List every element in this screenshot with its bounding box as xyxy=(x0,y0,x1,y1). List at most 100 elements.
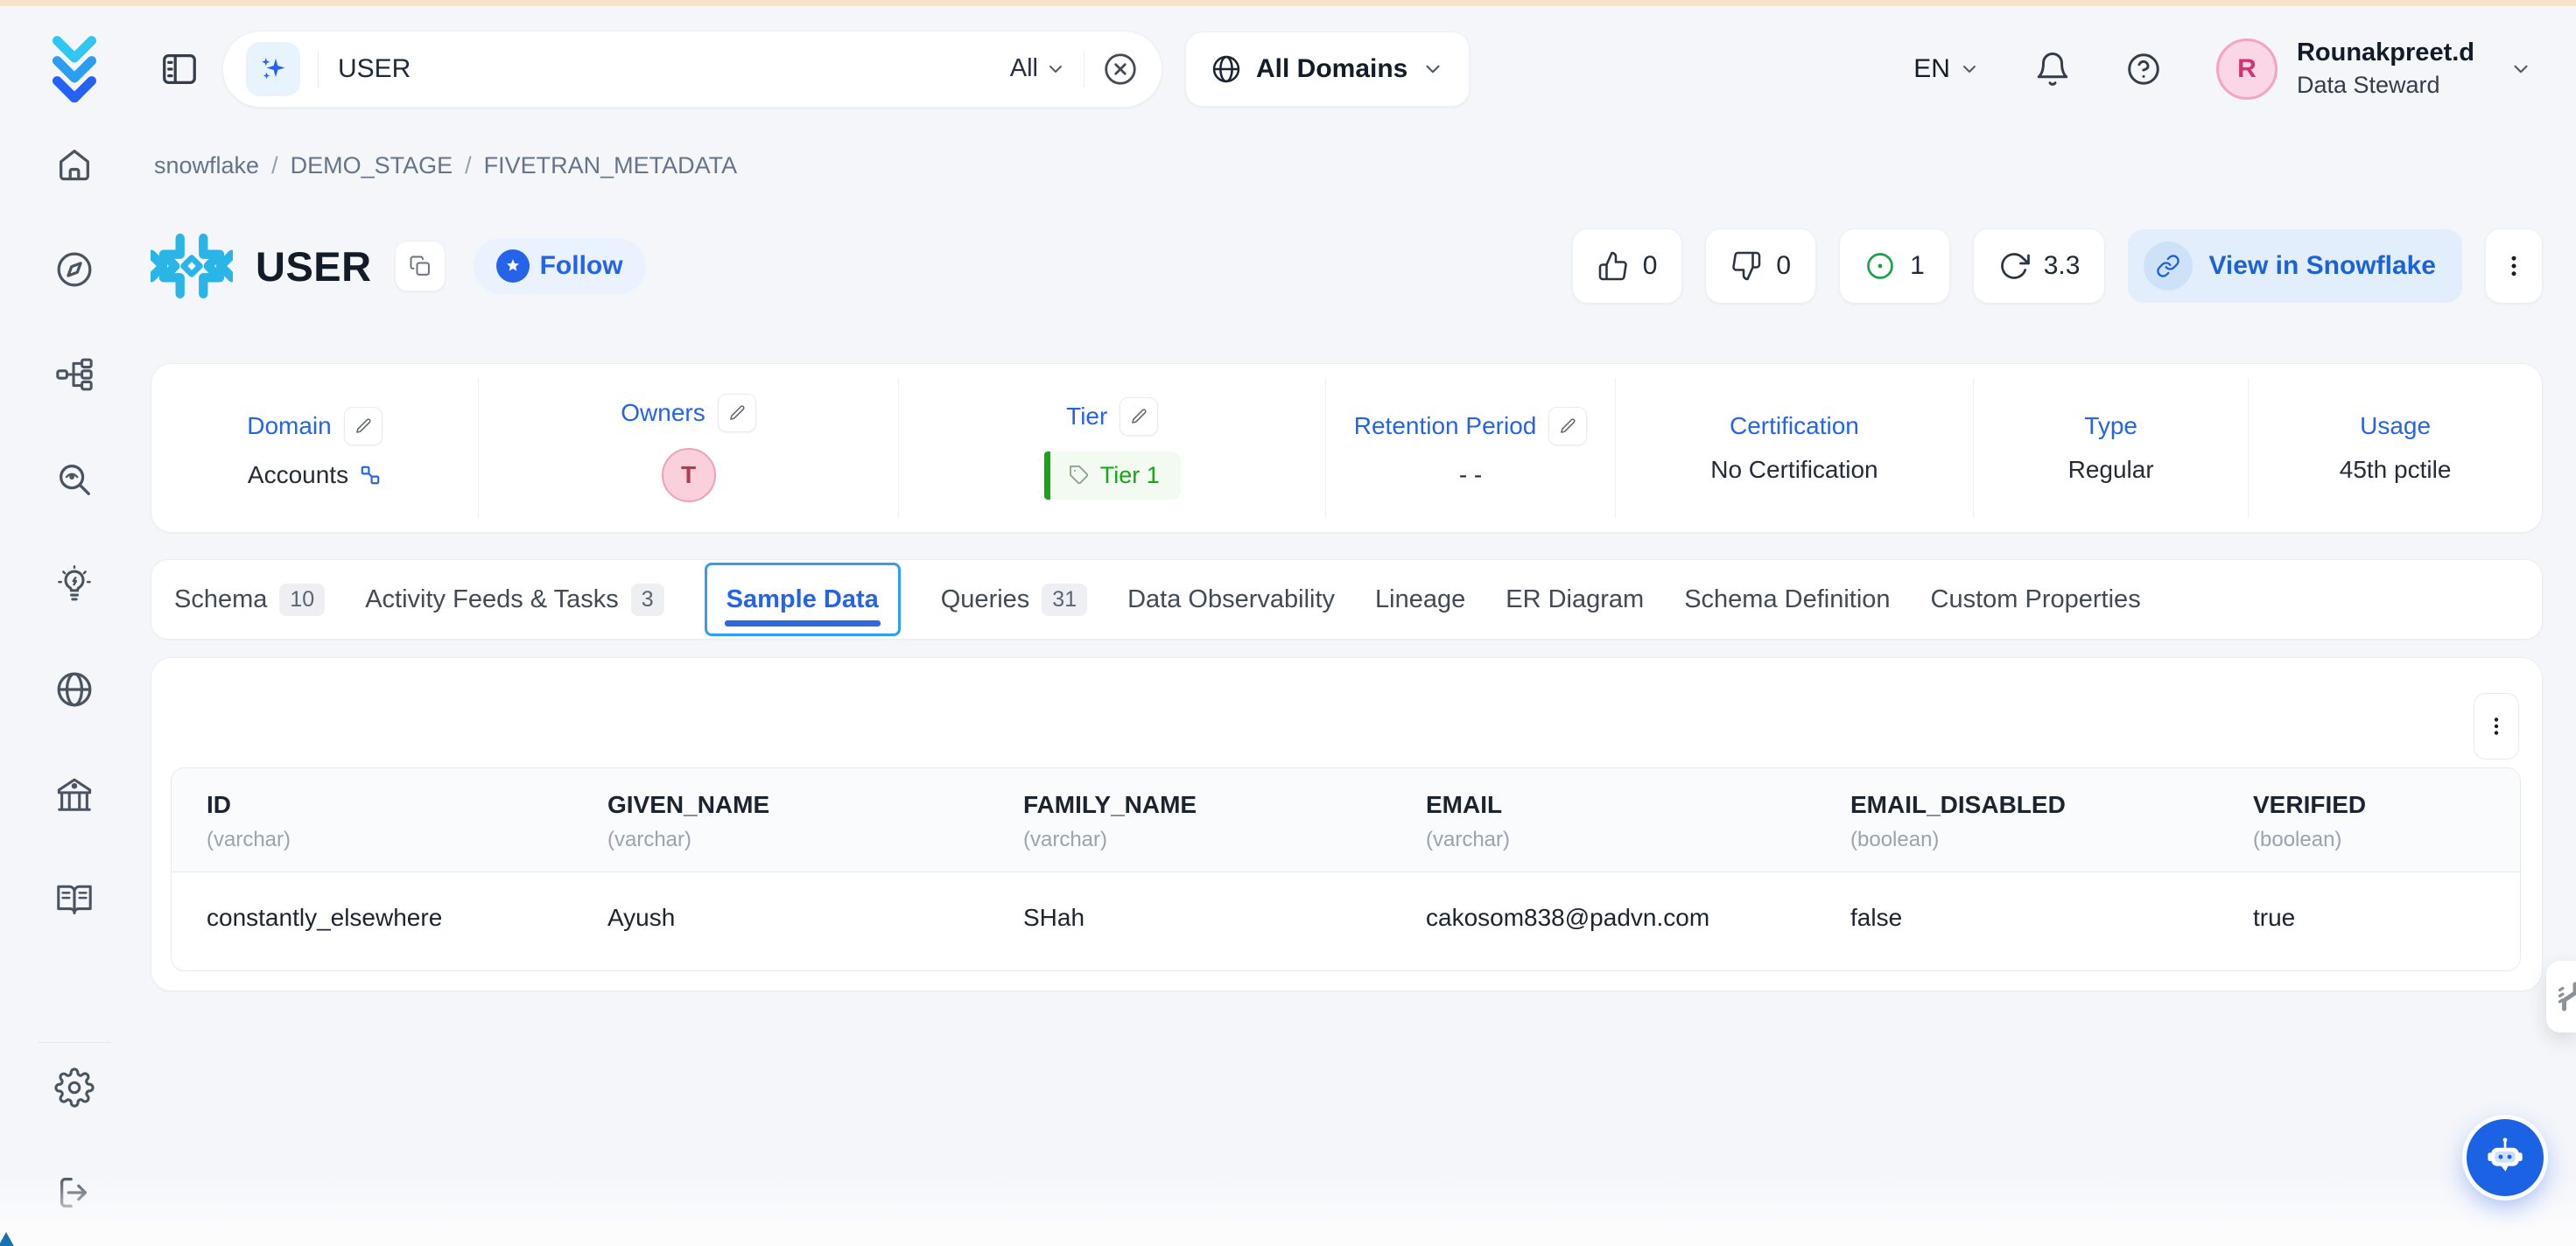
global-search-bar[interactable]: All xyxy=(222,31,1162,108)
sidebar-divider xyxy=(38,1042,111,1043)
search-input[interactable] xyxy=(336,53,993,85)
sidebar-toggle-icon[interactable] xyxy=(159,49,200,89)
breadcrumb-schema[interactable]: FIVETRAN_METADATA xyxy=(484,152,738,179)
avatar[interactable]: R xyxy=(2216,38,2278,100)
table-row[interactable]: constantly_elsewhere Ayush SHah cakosom8… xyxy=(172,872,2520,970)
column-name: EMAIL xyxy=(1426,791,1815,819)
tab-schema[interactable]: Schema 10 xyxy=(174,584,325,616)
edit-tier-button[interactable] xyxy=(1120,397,1158,436)
settings-gear-icon[interactable] xyxy=(54,1068,95,1108)
copy-link-button[interactable] xyxy=(395,241,446,291)
content-area: snowflake / DEMO_STAGE / FIVETRAN_METADA… xyxy=(149,131,2576,1246)
tab-label: Schema Definition xyxy=(1684,585,1890,614)
thumbs-up-icon xyxy=(1597,250,1629,282)
subdomain-icon xyxy=(359,464,382,486)
asset-actions: 0 0 1 3.3 xyxy=(1572,228,2543,304)
pencil-icon xyxy=(1559,417,1576,435)
usage-value: 45th pctile xyxy=(2340,456,2452,484)
column-header[interactable]: EMAIL (varchar) xyxy=(1391,768,1815,872)
edit-owners-button[interactable] xyxy=(718,394,756,432)
tab-sample-data[interactable]: Sample Data xyxy=(705,563,901,636)
discover-compass-icon[interactable] xyxy=(54,249,95,290)
governance-bank-icon[interactable] xyxy=(54,774,95,815)
column-type: (varchar) xyxy=(207,828,572,852)
refresh-icon xyxy=(1998,250,2030,282)
cell-verified: true xyxy=(2218,872,2520,970)
lineage-sitemap-icon[interactable] xyxy=(54,354,95,395)
language-label: EN xyxy=(1913,54,1950,84)
atlan-logo-icon[interactable] xyxy=(39,31,110,104)
column-type: (varchar) xyxy=(1023,828,1391,852)
metadata-summary-card: Domain Accounts Owners xyxy=(151,363,2543,533)
tab-label: Queries xyxy=(941,585,1030,614)
user-menu[interactable]: R Rounakpreet.d Data Steward xyxy=(2216,37,2532,101)
breadcrumb-connection[interactable]: snowflake xyxy=(154,152,259,179)
owners-label: Owners xyxy=(621,399,705,427)
glossary-book-icon[interactable] xyxy=(54,879,95,920)
breadcrumb-database[interactable]: DEMO_STAGE xyxy=(291,152,453,179)
column-name: GIVEN_NAME xyxy=(607,791,988,819)
tab-data-observability[interactable]: Data Observability xyxy=(1127,585,1335,614)
title-more-actions-button[interactable] xyxy=(2485,228,2543,304)
tab-queries[interactable]: Queries 31 xyxy=(941,584,1087,616)
column-header[interactable]: FAMILY_NAME (varchar) xyxy=(988,768,1391,872)
column-type: (boolean) xyxy=(2253,828,2520,852)
domain-value[interactable]: Accounts xyxy=(248,461,348,489)
notifications-bell-icon[interactable] xyxy=(2034,51,2071,88)
tab-badge: 3 xyxy=(631,584,664,616)
column-header[interactable]: EMAIL_DISABLED (boolean) xyxy=(1815,768,2218,872)
tab-custom-properties[interactable]: Custom Properties xyxy=(1931,585,2141,614)
upvote-count: 0 xyxy=(1643,251,1658,281)
edit-retention-button[interactable] xyxy=(1548,407,1587,445)
logout-icon[interactable] xyxy=(54,1172,95,1213)
all-domains-filter[interactable]: All Domains xyxy=(1185,32,1470,107)
column-header[interactable]: VERIFIED (boolean) xyxy=(2218,768,2520,872)
edit-domain-button[interactable] xyxy=(344,407,383,445)
ai-assistant-button[interactable] xyxy=(2467,1119,2544,1196)
home-icon[interactable] xyxy=(54,144,95,185)
observability-search-eye-icon[interactable] xyxy=(54,459,95,500)
column-type: (boolean) xyxy=(1850,828,2218,852)
search-scope-dropdown[interactable]: All xyxy=(1010,54,1066,83)
view-in-snowflake-button[interactable]: View in Snowflake xyxy=(2128,229,2462,303)
tab-label: Sample Data xyxy=(726,585,879,614)
tab-schema-definition[interactable]: Schema Definition xyxy=(1684,585,1890,614)
top-accent-strip xyxy=(0,0,2576,6)
tier-badge[interactable]: Tier 1 xyxy=(1044,452,1181,500)
tab-label: Custom Properties xyxy=(1931,585,2141,614)
side-panel-handle[interactable] xyxy=(2546,961,2576,1032)
tab-label: Activity Feeds & Tasks xyxy=(365,585,619,614)
owner-avatar[interactable]: T xyxy=(662,448,716,502)
language-selector[interactable]: EN xyxy=(1913,54,1980,84)
thumbs-down-icon xyxy=(1730,250,1762,282)
ai-sparkles-icon[interactable] xyxy=(246,42,300,96)
score-button[interactable]: 3.3 xyxy=(1973,228,2106,304)
tab-er-diagram[interactable]: ER Diagram xyxy=(1506,585,1644,614)
clear-search-icon[interactable] xyxy=(1102,51,1139,88)
kebab-icon xyxy=(2501,253,2527,279)
sidebar-bottom xyxy=(38,1042,111,1246)
domains-globe-icon[interactable] xyxy=(54,669,95,710)
tab-lineage[interactable]: Lineage xyxy=(1375,585,1465,614)
downvote-button[interactable]: 0 xyxy=(1705,228,1816,304)
alerts-button[interactable]: 1 xyxy=(1839,228,1950,304)
domain-label: Domain xyxy=(247,412,331,440)
copy-icon xyxy=(408,254,432,278)
help-icon[interactable] xyxy=(2125,51,2162,88)
sample-data-more-button[interactable] xyxy=(2474,693,2519,760)
certification-label: Certification xyxy=(1730,412,1859,440)
tab-label: Schema xyxy=(174,585,267,614)
main-column: All All Domains EN xyxy=(149,6,2576,1246)
tier-badge-label: Tier 1 xyxy=(1100,462,1160,489)
column-type: (varchar) xyxy=(1426,828,1815,852)
column-header[interactable]: GIVEN_NAME (varchar) xyxy=(572,768,988,872)
certification-value: No Certification xyxy=(1710,456,1878,484)
insights-bulb-icon[interactable] xyxy=(54,564,95,605)
tab-activity-feeds[interactable]: Activity Feeds & Tasks 3 xyxy=(365,584,663,616)
column-header[interactable]: ID (varchar) xyxy=(172,768,572,872)
follow-button[interactable]: Follow xyxy=(474,238,646,294)
downvote-count: 0 xyxy=(1776,251,1791,281)
app-window: All All Domains EN xyxy=(0,0,2576,1246)
upvote-button[interactable]: 0 xyxy=(1572,228,1683,304)
user-name: Rounakpreet.d xyxy=(2297,37,2474,70)
